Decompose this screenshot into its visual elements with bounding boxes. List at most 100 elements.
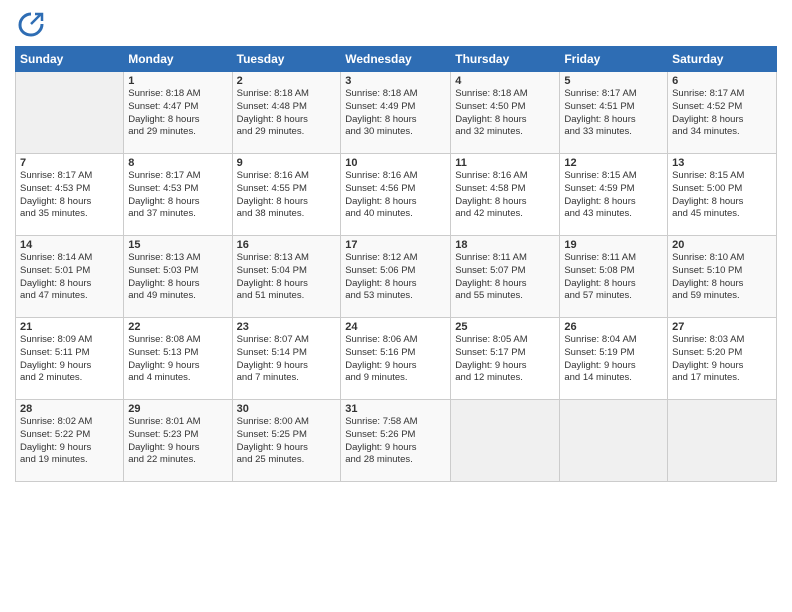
day-number: 19: [564, 239, 663, 251]
day-cell: 18Sunrise: 8:11 AM Sunset: 5:07 PM Dayli…: [451, 236, 560, 318]
day-number: 14: [20, 239, 119, 251]
day-cell: 21Sunrise: 8:09 AM Sunset: 5:11 PM Dayli…: [16, 318, 124, 400]
day-number: 12: [564, 157, 663, 169]
logo-icon: [17, 10, 45, 38]
day-number: 11: [455, 157, 555, 169]
day-cell: 20Sunrise: 8:10 AM Sunset: 5:10 PM Dayli…: [668, 236, 777, 318]
day-info: Sunrise: 8:15 AM Sunset: 5:00 PM Dayligh…: [672, 170, 772, 221]
day-info: Sunrise: 8:15 AM Sunset: 4:59 PM Dayligh…: [564, 170, 663, 221]
week-row-3: 14Sunrise: 8:14 AM Sunset: 5:01 PM Dayli…: [16, 236, 777, 318]
day-cell: 7Sunrise: 8:17 AM Sunset: 4:53 PM Daylig…: [16, 154, 124, 236]
day-cell: 22Sunrise: 8:08 AM Sunset: 5:13 PM Dayli…: [124, 318, 232, 400]
day-info: Sunrise: 8:17 AM Sunset: 4:53 PM Dayligh…: [20, 170, 119, 221]
day-cell: 17Sunrise: 8:12 AM Sunset: 5:06 PM Dayli…: [341, 236, 451, 318]
day-cell: 30Sunrise: 8:00 AM Sunset: 5:25 PM Dayli…: [232, 400, 341, 482]
calendar-page: SundayMondayTuesdayWednesdayThursdayFrid…: [0, 0, 792, 612]
day-number: 27: [672, 321, 772, 333]
day-cell: 26Sunrise: 8:04 AM Sunset: 5:19 PM Dayli…: [560, 318, 668, 400]
day-number: 9: [237, 157, 337, 169]
day-cell: 14Sunrise: 8:14 AM Sunset: 5:01 PM Dayli…: [16, 236, 124, 318]
day-info: Sunrise: 8:00 AM Sunset: 5:25 PM Dayligh…: [237, 416, 337, 467]
day-number: 17: [345, 239, 446, 251]
day-cell: 28Sunrise: 8:02 AM Sunset: 5:22 PM Dayli…: [16, 400, 124, 482]
day-number: 1: [128, 75, 227, 87]
day-info: Sunrise: 8:08 AM Sunset: 5:13 PM Dayligh…: [128, 334, 227, 385]
day-number: 22: [128, 321, 227, 333]
day-number: 30: [237, 403, 337, 415]
day-cell: 8Sunrise: 8:17 AM Sunset: 4:53 PM Daylig…: [124, 154, 232, 236]
day-cell: 13Sunrise: 8:15 AM Sunset: 5:00 PM Dayli…: [668, 154, 777, 236]
day-info: Sunrise: 7:58 AM Sunset: 5:26 PM Dayligh…: [345, 416, 446, 467]
day-cell: 25Sunrise: 8:05 AM Sunset: 5:17 PM Dayli…: [451, 318, 560, 400]
header-cell-sunday: Sunday: [16, 47, 124, 72]
day-info: Sunrise: 8:16 AM Sunset: 4:55 PM Dayligh…: [237, 170, 337, 221]
day-number: 2: [237, 75, 337, 87]
day-number: 6: [672, 75, 772, 87]
day-number: 3: [345, 75, 446, 87]
day-cell: 24Sunrise: 8:06 AM Sunset: 5:16 PM Dayli…: [341, 318, 451, 400]
day-info: Sunrise: 8:16 AM Sunset: 4:58 PM Dayligh…: [455, 170, 555, 221]
day-info: Sunrise: 8:10 AM Sunset: 5:10 PM Dayligh…: [672, 252, 772, 303]
day-info: Sunrise: 8:03 AM Sunset: 5:20 PM Dayligh…: [672, 334, 772, 385]
day-cell: [560, 400, 668, 482]
day-cell: 19Sunrise: 8:11 AM Sunset: 5:08 PM Dayli…: [560, 236, 668, 318]
day-info: Sunrise: 8:18 AM Sunset: 4:50 PM Dayligh…: [455, 88, 555, 139]
day-info: Sunrise: 8:01 AM Sunset: 5:23 PM Dayligh…: [128, 416, 227, 467]
day-number: 21: [20, 321, 119, 333]
week-row-2: 7Sunrise: 8:17 AM Sunset: 4:53 PM Daylig…: [16, 154, 777, 236]
day-cell: [668, 400, 777, 482]
day-cell: [16, 72, 124, 154]
logo: [15, 10, 45, 38]
day-info: Sunrise: 8:12 AM Sunset: 5:06 PM Dayligh…: [345, 252, 446, 303]
day-cell: 9Sunrise: 8:16 AM Sunset: 4:55 PM Daylig…: [232, 154, 341, 236]
day-number: 10: [345, 157, 446, 169]
day-cell: 3Sunrise: 8:18 AM Sunset: 4:49 PM Daylig…: [341, 72, 451, 154]
day-number: 25: [455, 321, 555, 333]
day-number: 8: [128, 157, 227, 169]
header-cell-monday: Monday: [124, 47, 232, 72]
day-info: Sunrise: 8:05 AM Sunset: 5:17 PM Dayligh…: [455, 334, 555, 385]
day-cell: 29Sunrise: 8:01 AM Sunset: 5:23 PM Dayli…: [124, 400, 232, 482]
header-cell-tuesday: Tuesday: [232, 47, 341, 72]
day-cell: 11Sunrise: 8:16 AM Sunset: 4:58 PM Dayli…: [451, 154, 560, 236]
header-cell-friday: Friday: [560, 47, 668, 72]
header-cell-thursday: Thursday: [451, 47, 560, 72]
day-cell: 5Sunrise: 8:17 AM Sunset: 4:51 PM Daylig…: [560, 72, 668, 154]
day-number: 29: [128, 403, 227, 415]
day-cell: 31Sunrise: 7:58 AM Sunset: 5:26 PM Dayli…: [341, 400, 451, 482]
day-number: 13: [672, 157, 772, 169]
day-number: 18: [455, 239, 555, 251]
header-row: SundayMondayTuesdayWednesdayThursdayFrid…: [16, 47, 777, 72]
day-info: Sunrise: 8:17 AM Sunset: 4:51 PM Dayligh…: [564, 88, 663, 139]
day-number: 20: [672, 239, 772, 251]
day-info: Sunrise: 8:11 AM Sunset: 5:07 PM Dayligh…: [455, 252, 555, 303]
day-number: 7: [20, 157, 119, 169]
day-number: 4: [455, 75, 555, 87]
day-cell: 2Sunrise: 8:18 AM Sunset: 4:48 PM Daylig…: [232, 72, 341, 154]
day-info: Sunrise: 8:07 AM Sunset: 5:14 PM Dayligh…: [237, 334, 337, 385]
day-info: Sunrise: 8:17 AM Sunset: 4:52 PM Dayligh…: [672, 88, 772, 139]
header-cell-saturday: Saturday: [668, 47, 777, 72]
day-info: Sunrise: 8:17 AM Sunset: 4:53 PM Dayligh…: [128, 170, 227, 221]
day-cell: 10Sunrise: 8:16 AM Sunset: 4:56 PM Dayli…: [341, 154, 451, 236]
day-info: Sunrise: 8:16 AM Sunset: 4:56 PM Dayligh…: [345, 170, 446, 221]
day-cell: 12Sunrise: 8:15 AM Sunset: 4:59 PM Dayli…: [560, 154, 668, 236]
day-number: 5: [564, 75, 663, 87]
day-cell: 1Sunrise: 8:18 AM Sunset: 4:47 PM Daylig…: [124, 72, 232, 154]
day-cell: 16Sunrise: 8:13 AM Sunset: 5:04 PM Dayli…: [232, 236, 341, 318]
day-cell: 15Sunrise: 8:13 AM Sunset: 5:03 PM Dayli…: [124, 236, 232, 318]
week-row-5: 28Sunrise: 8:02 AM Sunset: 5:22 PM Dayli…: [16, 400, 777, 482]
day-cell: 6Sunrise: 8:17 AM Sunset: 4:52 PM Daylig…: [668, 72, 777, 154]
day-number: 31: [345, 403, 446, 415]
day-info: Sunrise: 8:11 AM Sunset: 5:08 PM Dayligh…: [564, 252, 663, 303]
calendar-table: SundayMondayTuesdayWednesdayThursdayFrid…: [15, 46, 777, 482]
day-info: Sunrise: 8:02 AM Sunset: 5:22 PM Dayligh…: [20, 416, 119, 467]
day-number: 24: [345, 321, 446, 333]
day-cell: [451, 400, 560, 482]
day-number: 16: [237, 239, 337, 251]
day-number: 28: [20, 403, 119, 415]
day-info: Sunrise: 8:06 AM Sunset: 5:16 PM Dayligh…: [345, 334, 446, 385]
day-cell: 23Sunrise: 8:07 AM Sunset: 5:14 PM Dayli…: [232, 318, 341, 400]
day-cell: 4Sunrise: 8:18 AM Sunset: 4:50 PM Daylig…: [451, 72, 560, 154]
day-info: Sunrise: 8:04 AM Sunset: 5:19 PM Dayligh…: [564, 334, 663, 385]
